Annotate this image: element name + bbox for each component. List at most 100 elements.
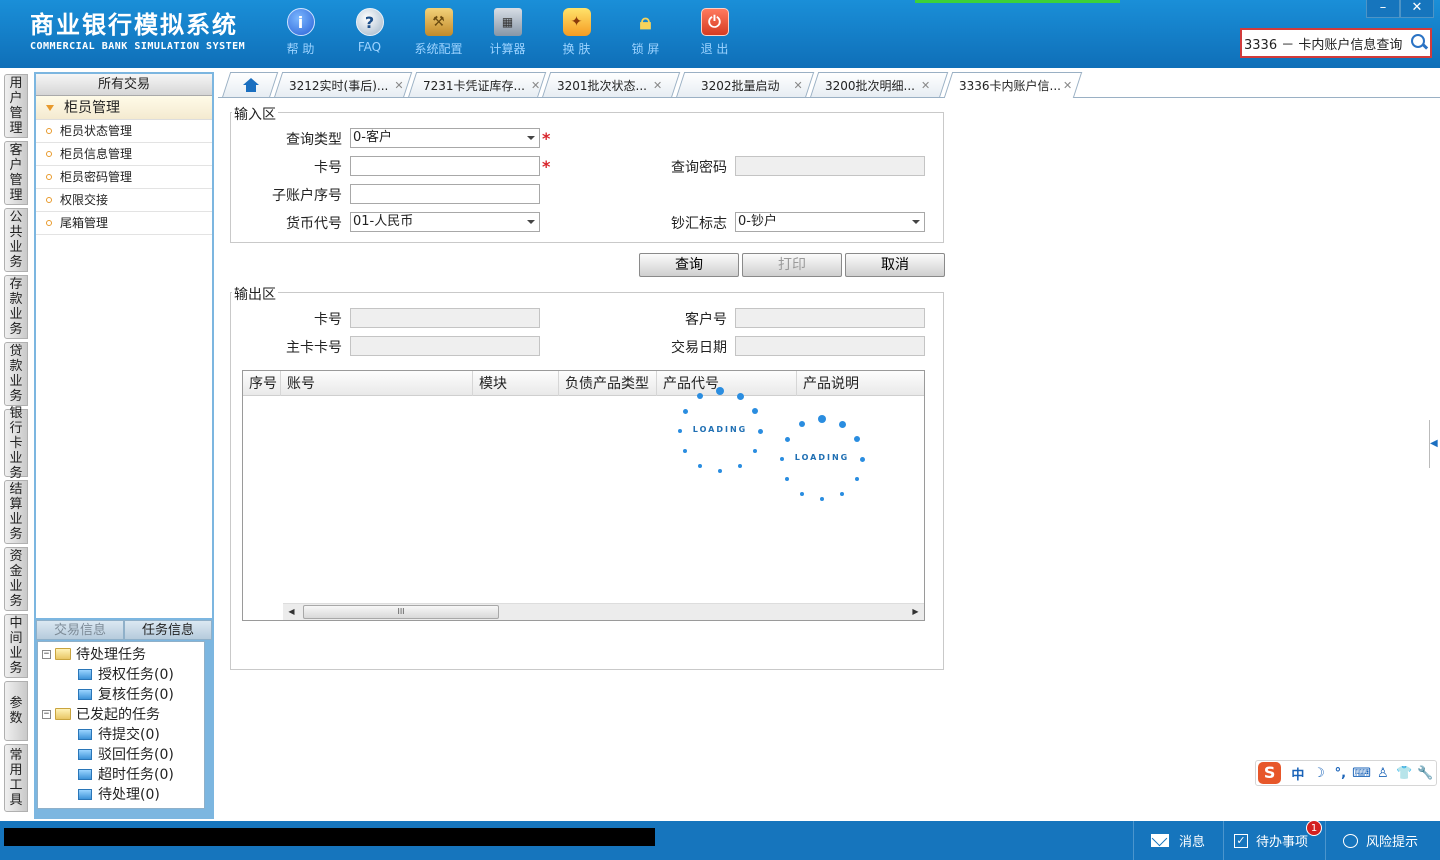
- vnav-loan-business[interactable]: 贷款业务: [4, 342, 28, 406]
- query-type-value: 0-客户: [353, 130, 392, 145]
- status-message-area: [4, 828, 655, 846]
- close-tab-icon[interactable]: ✕: [794, 79, 803, 92]
- query-button[interactable]: 查询: [639, 253, 739, 277]
- menu-item-permission-handover[interactable]: 权限交接: [36, 189, 212, 212]
- vnav-parameters[interactable]: 参数: [4, 681, 28, 741]
- cancel-button[interactable]: 取消: [845, 253, 945, 277]
- app-title: 商业银行模拟系统: [30, 11, 238, 39]
- tree-node-rejected[interactable]: 驳回任务(0): [38, 744, 204, 764]
- tree-node-authorize[interactable]: 授权任务(0): [38, 664, 204, 684]
- transaction-search-input[interactable]: [1244, 35, 1409, 51]
- spinner-dot: [800, 491, 804, 496]
- column-header-module[interactable]: 模块: [473, 371, 559, 396]
- query-type-select[interactable]: 0-客户: [350, 128, 540, 148]
- column-header-seq[interactable]: 序号: [243, 371, 281, 396]
- bullet-icon: [46, 128, 52, 134]
- ime-chinese-mode[interactable]: 中: [1287, 764, 1308, 783]
- teller-management-group[interactable]: 柜员管理: [36, 96, 212, 120]
- tree-node-pending[interactable]: − 待处理任务: [38, 644, 204, 664]
- lock-screen-button[interactable]: 🔒︎ 锁 屏: [611, 8, 680, 57]
- tree-label: 待处理(0): [98, 787, 160, 803]
- change-skin-button[interactable]: ✦ 换 肤: [542, 8, 611, 57]
- vnav-common-tools[interactable]: 常用工具: [4, 744, 28, 812]
- spinner-dot: [838, 420, 846, 428]
- tree-node-review[interactable]: 复核任务(0): [38, 684, 204, 704]
- tab-7231[interactable]: 7231卡凭证库存... ✕: [407, 72, 547, 98]
- close-tab-icon[interactable]: ✕: [921, 79, 930, 92]
- shirt-icon: ✦: [562, 8, 591, 36]
- tab-3336[interactable]: 3336卡内账户信... ✕: [943, 72, 1083, 98]
- vnav-user-management[interactable]: 用户管理: [4, 74, 28, 138]
- tree-node-to-submit[interactable]: 待提交(0): [38, 724, 204, 744]
- menu-item-cash-box[interactable]: 尾箱管理: [36, 212, 212, 235]
- tab-transaction-info[interactable]: 交易信息: [36, 620, 124, 640]
- exit-button[interactable]: ⏻ 退 出: [680, 8, 749, 57]
- spinner-dot: [716, 387, 724, 395]
- close-tab-icon[interactable]: ✕: [653, 79, 662, 92]
- vnav-public-business[interactable]: 公共业务: [4, 208, 28, 272]
- close-tab-icon[interactable]: ✕: [1063, 79, 1072, 92]
- tree-label: 待提交(0): [98, 727, 160, 743]
- menu-item-teller-password[interactable]: 柜员密码管理: [36, 166, 212, 189]
- vnav-intermediary-business[interactable]: 中间业务: [4, 614, 28, 678]
- transaction-menu: 所有交易 柜员管理 柜员状态管理 柜员信息管理 柜员密码管理 权限交接 尾箱管理: [36, 74, 212, 618]
- vertical-nav: 用户管理 客户管理 公共业务 存款业务 贷款业务 银行卡业务 结算业务 资金业务…: [0, 68, 32, 821]
- system-config-button[interactable]: ⚒ 系统配置: [404, 8, 473, 57]
- skin-icon[interactable]: 👕: [1394, 766, 1415, 781]
- card-number-input[interactable]: [350, 156, 540, 176]
- minimize-button[interactable]: –: [1366, 0, 1400, 18]
- close-tab-icon[interactable]: ✕: [531, 79, 540, 92]
- wrench-icon[interactable]: 🔧: [1415, 766, 1436, 781]
- cash-flag-select[interactable]: 0-钞户: [735, 212, 925, 232]
- vnav-fund-business[interactable]: 资金业务: [4, 547, 28, 611]
- messages-button[interactable]: 消息: [1133, 821, 1223, 860]
- scroll-thumb[interactable]: III: [303, 605, 499, 619]
- all-transactions-header[interactable]: 所有交易: [36, 74, 212, 96]
- vnav-customer-management[interactable]: 客户管理: [4, 141, 28, 205]
- risk-alert-button[interactable]: 风险提示: [1325, 821, 1440, 860]
- chevron-down-icon: [527, 220, 535, 224]
- moon-icon[interactable]: ☽: [1308, 766, 1329, 781]
- punctuation-icon[interactable]: °,: [1330, 766, 1351, 781]
- currency-select[interactable]: 01-人民币: [350, 212, 540, 232]
- scroll-right-icon[interactable]: ▶: [907, 604, 924, 620]
- column-header-liability-type[interactable]: 负债产品类型: [559, 371, 657, 396]
- tab-3212[interactable]: 3212实时(事后)... ✕: [273, 72, 413, 98]
- expand-panel-handle[interactable]: ◀: [1429, 420, 1438, 468]
- calculator-button[interactable]: ▦ 计算器: [473, 8, 542, 57]
- main-card-label: 主卡卡号: [286, 340, 342, 356]
- menu-item-label: 权限交接: [60, 192, 109, 207]
- collapse-icon[interactable]: −: [42, 709, 51, 719]
- horizontal-scrollbar[interactable]: ◀ III ▶: [283, 603, 924, 620]
- faq-button[interactable]: ? FAQ: [335, 8, 404, 57]
- vnav-deposit-business[interactable]: 存款业务: [4, 275, 28, 339]
- vnav-bank-card-business[interactable]: 银行卡业务: [4, 406, 28, 481]
- tab-3201[interactable]: 3201批次状态... ✕: [541, 72, 681, 98]
- change-skin-label: 换 肤: [562, 42, 591, 56]
- tree-node-to-process[interactable]: 待处理(0): [38, 784, 204, 804]
- required-mark: *: [542, 129, 551, 148]
- tab-3202[interactable]: 3202批量启动 ✕: [675, 72, 815, 98]
- tree-node-initiated[interactable]: − 已发起的任务: [38, 704, 204, 724]
- tab-task-info[interactable]: 任务信息: [124, 620, 212, 640]
- keyboard-icon[interactable]: ⌨: [1351, 766, 1372, 781]
- column-header-product-desc[interactable]: 产品说明: [797, 371, 925, 396]
- collapse-icon[interactable]: −: [42, 649, 51, 659]
- tab-3200[interactable]: 3200批次明细... ✕: [809, 72, 949, 98]
- user-icon[interactable]: ♙: [1372, 766, 1393, 781]
- brand: 商业银行模拟系统 COMMERCIAL BANK SIMULATION SYST…: [30, 10, 245, 52]
- menu-item-teller-info[interactable]: 柜员信息管理: [36, 143, 212, 166]
- help-button[interactable]: i 帮 助: [266, 8, 335, 57]
- close-tab-icon[interactable]: ✕: [394, 79, 403, 92]
- sub-account-input[interactable]: [350, 184, 540, 204]
- trade-date-label: 交易日期: [671, 340, 727, 356]
- menu-item-teller-status[interactable]: 柜员状态管理: [36, 120, 212, 143]
- scroll-left-icon[interactable]: ◀: [283, 604, 300, 620]
- tab-home[interactable]: [221, 72, 279, 98]
- close-window-button[interactable]: ✕: [1400, 0, 1434, 18]
- vnav-settlement-business[interactable]: 结算业务: [4, 480, 28, 544]
- tree-node-timeout[interactable]: 超时任务(0): [38, 764, 204, 784]
- column-header-account[interactable]: 账号: [281, 371, 473, 396]
- sogou-logo-icon[interactable]: S: [1258, 762, 1282, 784]
- search-icon[interactable]: [1409, 33, 1429, 53]
